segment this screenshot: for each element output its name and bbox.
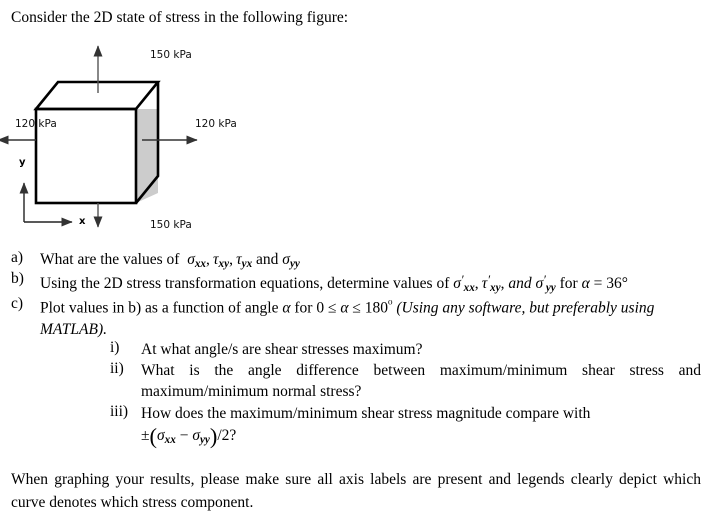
question-marker-a: a) <box>11 249 24 266</box>
math-divisor: 2 <box>221 427 230 444</box>
math-sigma-xx: σxx <box>187 251 206 271</box>
math-leq-2: ≤ <box>352 299 361 317</box>
math-degree-sign: ° <box>621 274 628 292</box>
math-sigma-prime-xx: σ′xx <box>453 273 475 295</box>
axis-label-x: x <box>79 216 86 227</box>
question-marker-b: b) <box>11 270 24 287</box>
sub-question-marker-iii: iii) <box>110 403 129 420</box>
axis-label-y: y <box>19 157 26 168</box>
math-alpha-c1: α <box>282 299 291 317</box>
math-tau-xy: τxy <box>212 251 230 271</box>
math-minus: − <box>179 427 189 444</box>
sub-question-iii: How does the maximum/minimum shear stres… <box>141 405 591 422</box>
math-tau-yx: τyx <box>236 251 253 271</box>
figure-label-right: 120 kPa <box>195 118 237 130</box>
intro-sentence: Consider the 2D state of stress in the f… <box>11 9 349 26</box>
sub-question-i: At what angle/s are shear stresses maxim… <box>141 341 423 358</box>
figure-label-top: 150 kPa <box>150 49 192 61</box>
math-sigma-yy: σyy <box>282 251 300 271</box>
question-a-text: What are the values of <box>40 251 180 268</box>
sub-question-iii-formula: ±(σxx − σyy)/2? <box>141 423 237 449</box>
math-sigma-yy-2: σyy <box>192 427 210 447</box>
math-leq-1: ≤ <box>327 299 337 317</box>
question-marker-c: c) <box>11 295 24 312</box>
sub-question-marker-ii: ii) <box>110 360 124 377</box>
cube-svg <box>0 45 198 228</box>
figure-label-bottom: 150 kPa <box>150 219 192 231</box>
question-c-note: (Using any software, but preferably usin… <box>40 299 655 338</box>
math-tau-prime-xy: τ′xy <box>481 273 501 295</box>
math-alpha-b: α <box>581 274 590 292</box>
math-range-max: 180 <box>364 299 388 317</box>
document-page: Consider the 2D state of stress in the f… <box>0 0 716 526</box>
math-sup-zero: ⁰ <box>388 299 393 311</box>
math-angle-value: 36 <box>606 274 622 292</box>
stress-cube-figure: 150 kPa 150 kPa 120 kPa 120 kPa y x <box>0 38 300 238</box>
question-c: Plot values in b) as a function of angle… <box>40 299 655 338</box>
question-b-text: Using the 2D stress transformation equat… <box>40 274 450 292</box>
math-alpha-c2: α <box>340 299 349 317</box>
figure-label-left: 120 kPa <box>15 118 57 130</box>
sub-question-ii: What is the angle difference between max… <box>141 362 701 400</box>
math-plusminus: ± <box>141 427 150 444</box>
sub-question-marker-i: i) <box>110 339 120 356</box>
closing-paragraph: When graphing your results, please make … <box>11 471 701 511</box>
math-sigma-prime-yy: σ′yy <box>535 273 556 295</box>
math-sigma-xx-2: σxx <box>157 427 176 447</box>
